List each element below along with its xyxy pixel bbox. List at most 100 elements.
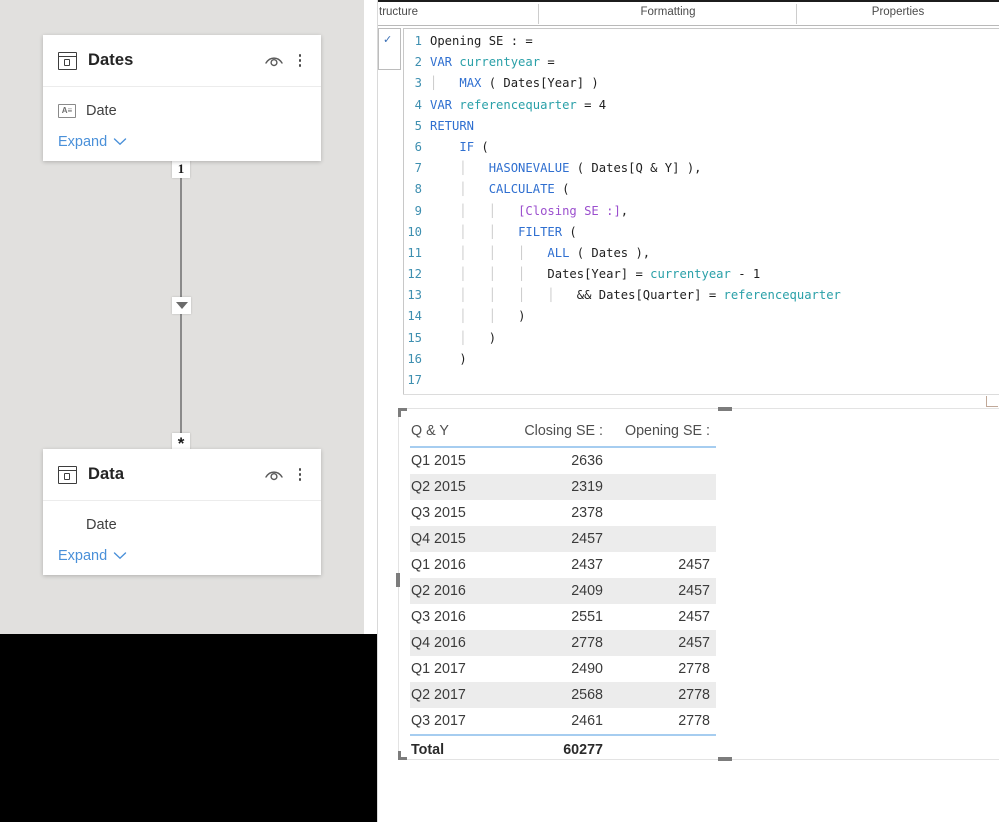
expand-button-dates[interactable]: Expand: [58, 132, 307, 152]
code-line[interactable]: 12 │ │ │ Dates[Year] = currentyear - 1: [404, 264, 999, 285]
table-row[interactable]: Q1 2017 2490 2778: [410, 656, 716, 682]
code-line-text: │ │ FILTER (: [430, 222, 576, 243]
eye-hide-icon[interactable]: [264, 54, 284, 68]
code-token: = 4: [576, 97, 607, 112]
resize-handle-top-center[interactable]: [718, 407, 732, 411]
screenshot-root: 1 * Dates A≡ Date Expand Data Date Expan…: [0, 0, 999, 822]
code-token: Opening SE : =: [430, 34, 533, 48]
ribbon-group-formatting[interactable]: Formatting: [539, 3, 797, 25]
table-cell: 2409: [502, 578, 609, 604]
code-token: ,: [620, 203, 629, 218]
kebab-menu-icon[interactable]: [293, 53, 307, 69]
code-token: RETURN: [430, 118, 475, 133]
table-cell: Q2 2017: [410, 682, 502, 708]
code-line[interactable]: 8 │ CALCULATE (: [404, 179, 999, 200]
code-token: ): [459, 351, 467, 366]
table-row[interactable]: Q4 2015 2457: [410, 526, 716, 552]
code-line-number: 4: [414, 97, 422, 112]
table-row[interactable]: Q1 2015 2636: [410, 447, 716, 474]
code-token: ): [488, 330, 497, 345]
table-cell: [609, 526, 716, 552]
resize-handle-left-center[interactable]: [396, 573, 400, 587]
formula-commit-button[interactable]: ✓: [378, 28, 401, 70]
code-line-number: 6: [414, 139, 422, 154]
table-row[interactable]: Q1 2016 2437 2457: [410, 552, 716, 578]
expand-button-data[interactable]: Expand: [58, 546, 307, 566]
table-row[interactable]: Q3 2015 2378: [410, 500, 716, 526]
code-line-number: 14: [407, 309, 422, 324]
table-cell: 2636: [571, 453, 603, 469]
table-column-header[interactable]: Q & Y: [410, 420, 502, 448]
relationship-cardinality-one: 1: [172, 160, 190, 178]
code-line-text: │ │ [Closing SE :],: [430, 201, 628, 222]
code-line[interactable]: 4 VAR referencequarter = 4: [404, 95, 999, 116]
table-cell: 2319: [502, 474, 609, 500]
table-row[interactable]: Q2 2016 2409 2457: [410, 578, 716, 604]
code-token: referencequarter: [723, 288, 841, 303]
code-line[interactable]: 14 │ │ ): [404, 306, 999, 327]
code-token: ( Dates[Year] ): [481, 76, 599, 91]
resize-handle-bottom-center[interactable]: [718, 757, 732, 761]
code-line-number: 5: [414, 118, 422, 133]
dax-formula-editor[interactable]: 1 Opening SE : = 2 VAR currentyear = 3 │ MAX …: [403, 28, 999, 396]
code-line[interactable]: 11 │ │ │ ALL ( Dates ),: [404, 243, 999, 264]
code-line[interactable]: 17: [404, 370, 999, 391]
field-row-date[interactable]: Date: [58, 514, 307, 536]
code-line[interactable]: 3 │ MAX ( Dates[Year] ): [404, 73, 999, 94]
code-line-number: 1: [414, 34, 422, 48]
field-row-date[interactable]: A≡ Date: [58, 100, 307, 122]
resize-handle-bottom-left[interactable]: [398, 751, 401, 760]
editor-resize-corner[interactable]: [986, 396, 998, 407]
table-card-title: Data: [88, 465, 125, 483]
code-line-number: 11: [407, 245, 422, 260]
eye-hide-icon[interactable]: [264, 468, 284, 482]
kebab-dot: [298, 468, 302, 471]
table-cell: 2778: [502, 630, 609, 656]
table-row[interactable]: Q4 2016 2778 2457: [410, 630, 716, 656]
table-cell: Q1 2015: [411, 453, 466, 469]
code-token: ALL: [547, 245, 570, 260]
code-line[interactable]: 2 VAR currentyear =: [404, 52, 999, 73]
table-row[interactable]: Q3 2017 2461 2778: [410, 708, 716, 735]
table-visual-container[interactable]: Q & Y Closing SE : Opening SE : Q1 2015 263…: [396, 407, 999, 763]
kebab-menu-icon[interactable]: [293, 467, 307, 483]
table-card-data[interactable]: Data Date Expand: [43, 449, 321, 575]
resize-handle-top-left[interactable]: [398, 408, 401, 417]
table-cell: Q3 2015: [411, 505, 466, 521]
filter-direction-arrow-icon[interactable]: [172, 297, 191, 314]
table-column-header[interactable]: Closing SE :: [502, 420, 609, 448]
table-cell: 2378: [571, 505, 603, 521]
editor-horizontal-scrollbar[interactable]: [403, 394, 999, 407]
code-token: =: [540, 55, 555, 70]
code-line[interactable]: 7 │ HASONEVALUE ( Dates[Q & Y] ),: [404, 158, 999, 179]
code-line-number: 2: [414, 55, 422, 70]
table-visual[interactable]: Q & Y Closing SE : Opening SE : Q1 2015 263…: [410, 420, 716, 763]
table-icon: [58, 51, 77, 70]
dax-code-lines[interactable]: 1 Opening SE : = 2 VAR currentyear = 3 │ MAX …: [404, 29, 999, 391]
code-line[interactable]: 16 ): [404, 349, 999, 370]
table-row[interactable]: Q2 2015 2319: [410, 474, 716, 500]
table-row[interactable]: Q2 2017 2568 2778: [410, 682, 716, 708]
ribbon-group-structure[interactable]: tructure: [378, 3, 539, 25]
model-diagram-pane[interactable]: 1 * Dates A≡ Date Expand Data Date Expan…: [0, 0, 364, 634]
code-token: │: [430, 182, 489, 197]
code-line[interactable]: 10 │ │ FILTER (: [404, 222, 999, 243]
code-line[interactable]: 15 │ ): [404, 328, 999, 349]
table-column-header[interactable]: Opening SE :: [609, 420, 716, 448]
code-line[interactable]: 5 RETURN: [404, 116, 999, 137]
table-card-dates[interactable]: Dates A≡ Date Expand: [43, 35, 321, 161]
table-cell: 2457: [609, 578, 716, 604]
code-line[interactable]: 6 IF (: [404, 137, 999, 158]
code-line-number: 8: [414, 182, 422, 197]
code-line-text: ): [430, 349, 467, 370]
table-card-body: A≡ Date Expand: [43, 87, 321, 152]
table-row[interactable]: Q3 2016 2551 2457: [410, 604, 716, 630]
code-token: ( Dates[Q & Y] ),: [569, 161, 702, 176]
table-cell: [609, 474, 716, 500]
code-line[interactable]: 9 │ │ [Closing SE :],: [404, 201, 999, 222]
code-line[interactable]: 13 │ │ │ │ && Dates[Quarter] = reference…: [404, 285, 999, 306]
ribbon-group-properties[interactable]: Properties: [797, 3, 999, 25]
ribbon-group-bar: tructure Formatting Properties: [378, 3, 999, 25]
code-line[interactable]: 1 Opening SE : =: [404, 31, 999, 52]
